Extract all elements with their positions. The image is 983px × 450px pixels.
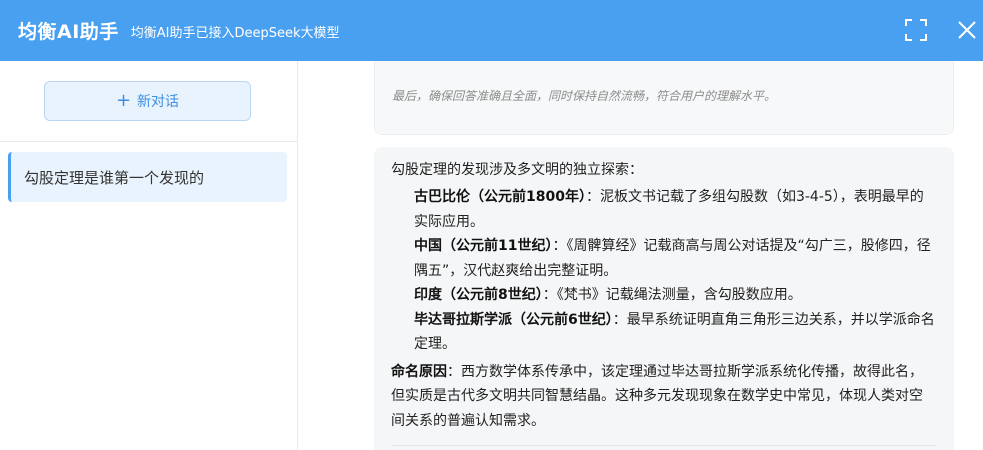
naming-text: ：西方数学体系传承中，该定理通过毕达哥拉斯学派系统化传播，故得此名，但实质是古代… bbox=[391, 363, 923, 429]
sidebar-divider bbox=[0, 141, 297, 142]
list-item-text: ：《梵书》记载绳法测量，含勾股数应用。 bbox=[542, 287, 802, 303]
chat-area: 最后，确保回答准确且全面，同时保持自然流畅，符合用户的理解水平。 勾股定理的发现… bbox=[298, 61, 983, 450]
plus-icon: + bbox=[115, 90, 132, 111]
list-item: 毕达哥拉斯学派（公元前6世纪）：最早系统证明直角三角形三边关系，并以学派命名定理… bbox=[414, 308, 936, 357]
new-chat-button[interactable]: + 新对话 bbox=[44, 81, 251, 121]
sidebar: + 新对话 勾股定理是谁第一个发现的 bbox=[0, 61, 298, 450]
close-icon[interactable] bbox=[952, 15, 982, 45]
app-header: 均衡AI助手 均衡AI助手已接入DeepSeek大模型 bbox=[0, 0, 983, 61]
answer-intro: 勾股定理的发现涉及多文明的独立探索： bbox=[391, 162, 643, 178]
list-item-label: 古巴比伦（公元前1800年） bbox=[414, 189, 586, 205]
naming-label: 命名原因 bbox=[391, 363, 447, 380]
answer-bubble: 勾股定理的发现涉及多文明的独立探索： 古巴比伦（公元前1800年）：泥板文书记载… bbox=[374, 147, 954, 450]
answer-list: 古巴比伦（公元前1800年）：泥板文书记载了多组勾股数（如3-4-5），表明最早… bbox=[391, 185, 936, 357]
list-item-label: 印度（公元前8世纪） bbox=[414, 287, 543, 303]
thinking-text: 最后，确保回答准确且全面，同时保持自然流畅，符合用户的理解水平。 bbox=[392, 89, 777, 103]
conversation-item[interactable]: 勾股定理是谁第一个发现的 bbox=[8, 152, 287, 202]
list-item-label: 毕达哥拉斯学派（公元前6世纪） bbox=[414, 311, 613, 328]
new-chat-label: 新对话 bbox=[137, 94, 180, 110]
thinking-bubble: 最后，确保回答准确且全面，同时保持自然流畅，符合用户的理解水平。 bbox=[374, 61, 954, 135]
list-item: 中国（公元前11世纪）：《周髀算经》记载商高与周公对话提及“勾广三，股修四，径隅… bbox=[414, 234, 936, 283]
list-item-label: 中国（公元前11世纪） bbox=[414, 238, 553, 254]
list-item: 印度（公元前8世纪）：《梵书》记载绳法测量，含勾股数应用。 bbox=[414, 283, 936, 308]
app-title: 均衡AI助手 bbox=[18, 21, 119, 43]
fullscreen-icon[interactable] bbox=[901, 15, 931, 45]
naming-paragraph: 命名原因：西方数学体系传承中，该定理通过毕达哥拉斯学派系统化传播，故得此名，但实… bbox=[391, 360, 936, 434]
list-item: 古巴比伦（公元前1800年）：泥板文书记载了多组勾股数（如3-4-5），表明最早… bbox=[414, 185, 936, 234]
conversation-title: 勾股定理是谁第一个发现的 bbox=[24, 168, 205, 187]
app-subtitle: 均衡AI助手已接入DeepSeek大模型 bbox=[130, 26, 340, 41]
answer-divider bbox=[391, 445, 936, 446]
